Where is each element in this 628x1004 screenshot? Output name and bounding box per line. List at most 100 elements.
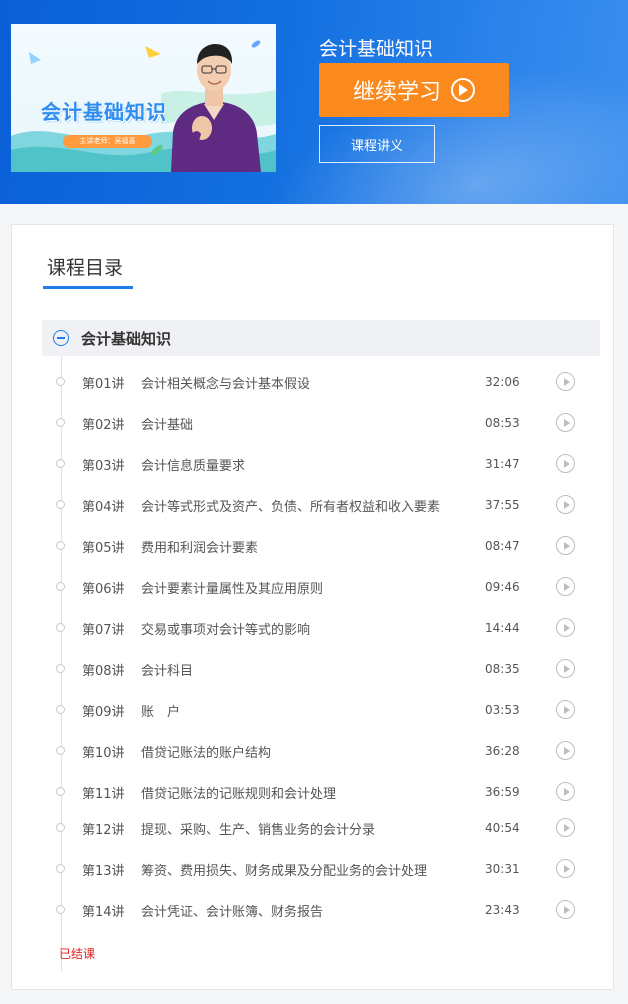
lesson-duration: 32:06 bbox=[485, 375, 520, 389]
continue-learning-button[interactable]: 继续学习 bbox=[319, 63, 509, 117]
lesson-number: 第09讲 bbox=[82, 704, 125, 720]
timeline-dot bbox=[56, 377, 65, 386]
catalog-tab[interactable]: 课程目录 bbox=[47, 253, 123, 280]
timeline-dot bbox=[56, 541, 65, 550]
play-icon bbox=[451, 78, 475, 102]
lesson-duration: 03:53 bbox=[485, 703, 520, 717]
timeline-dot bbox=[56, 664, 65, 673]
lesson-title: 借贷记账法的记账规则和会计处理 bbox=[141, 786, 337, 802]
play-circle-icon[interactable] bbox=[556, 900, 575, 919]
lesson-duration: 08:35 bbox=[485, 662, 520, 676]
lesson-number: 第02讲 bbox=[82, 417, 125, 433]
thumbnail-title: 会计基础知识 bbox=[41, 100, 167, 124]
lesson-duration: 40:54 bbox=[485, 821, 520, 835]
play-circle-icon[interactable] bbox=[556, 577, 575, 596]
collapse-icon[interactable] bbox=[53, 330, 69, 346]
play-circle-icon[interactable] bbox=[556, 495, 575, 514]
lesson-number: 第07讲 bbox=[82, 622, 125, 638]
lesson-duration: 36:28 bbox=[485, 744, 520, 758]
lesson-title: 借贷记账法的账户结构 bbox=[141, 745, 272, 761]
timeline-dot bbox=[56, 582, 65, 591]
lesson-number: 第06讲 bbox=[82, 581, 125, 597]
continue-learning-label: 继续学习 bbox=[352, 80, 441, 105]
lesson-row[interactable]: 第08讲 会计科目 08:35 bbox=[42, 654, 600, 684]
lesson-number: 第13讲 bbox=[82, 863, 125, 879]
lesson-number: 第12讲 bbox=[82, 822, 125, 838]
lesson-duration: 09:46 bbox=[485, 580, 520, 594]
lesson-row[interactable]: 第04讲 会计等式形式及资产、负债、所有者权益和收入要素 37:55 bbox=[42, 490, 600, 520]
lesson-title: 账 户 bbox=[141, 704, 181, 720]
play-circle-icon[interactable] bbox=[556, 741, 575, 760]
lesson-number: 第08讲 bbox=[82, 663, 125, 679]
chapter-title: 会计基础知识 bbox=[81, 329, 172, 348]
course-title: 会计基础知识 bbox=[319, 38, 434, 60]
course-status: 已结课 bbox=[59, 947, 96, 961]
play-circle-icon[interactable] bbox=[556, 818, 575, 837]
play-circle-icon[interactable] bbox=[556, 859, 575, 878]
timeline-dot bbox=[56, 459, 65, 468]
lesson-row[interactable]: 第02讲 会计基础 08:53 bbox=[42, 408, 600, 438]
lesson-row[interactable]: 第14讲 会计凭证、会计账簿、财务报告 23:43 bbox=[42, 895, 600, 925]
timeline-dot bbox=[56, 864, 65, 873]
catalog-tab-underline bbox=[43, 286, 133, 289]
lesson-number: 第14讲 bbox=[82, 904, 125, 920]
lesson-number: 第01讲 bbox=[82, 376, 125, 392]
timeline-dot bbox=[56, 418, 65, 427]
timeline-dot bbox=[56, 500, 65, 509]
lesson-row[interactable]: 第07讲 交易或事项对会计等式的影响 14:44 bbox=[42, 613, 600, 643]
lesson-title: 会计凭证、会计账簿、财务报告 bbox=[141, 904, 324, 920]
lesson-title: 会计等式形式及资产、负债、所有者权益和收入要素 bbox=[141, 499, 441, 515]
lesson-number: 第11讲 bbox=[82, 786, 125, 802]
play-circle-icon[interactable] bbox=[556, 454, 575, 473]
timeline-dot bbox=[56, 905, 65, 914]
lesson-row[interactable]: 第13讲 筹资、费用损失、财务成果及分配业务的会计处理 30:31 bbox=[42, 854, 600, 884]
lesson-title: 会计基础 bbox=[141, 417, 194, 433]
lesson-row[interactable]: 第03讲 会计信息质量要求 31:47 bbox=[42, 449, 600, 479]
course-header: 会计基础知识 主讲老师：吴福喜 会计基础知识 继续学习 课程讲义 bbox=[0, 0, 628, 204]
play-circle-icon[interactable] bbox=[556, 782, 575, 801]
lesson-row[interactable]: 第01讲 会计相关概念与会计基本假设 32:06 bbox=[42, 367, 600, 397]
lesson-duration: 08:47 bbox=[485, 539, 520, 553]
lesson-duration: 14:44 bbox=[485, 621, 520, 635]
lesson-title: 会计要素计量属性及其应用原则 bbox=[141, 581, 324, 597]
lesson-title: 会计相关概念与会计基本假设 bbox=[141, 376, 311, 392]
lesson-title: 交易或事项对会计等式的影响 bbox=[141, 622, 311, 638]
timeline-dot bbox=[56, 623, 65, 632]
lesson-title: 会计科目 bbox=[141, 663, 194, 679]
lesson-number: 第05讲 bbox=[82, 540, 125, 556]
lesson-number: 第10讲 bbox=[82, 745, 125, 761]
lesson-duration: 08:53 bbox=[485, 416, 520, 430]
lesson-row[interactable]: 第09讲 账 户 03:53 bbox=[42, 695, 600, 725]
course-thumbnail[interactable]: 会计基础知识 主讲老师：吴福喜 bbox=[11, 24, 276, 172]
play-circle-icon[interactable] bbox=[556, 618, 575, 637]
lesson-row[interactable]: 第11讲 借贷记账法的记账规则和会计处理 36:59 bbox=[42, 777, 600, 807]
timeline-dot bbox=[56, 746, 65, 755]
timeline-dot bbox=[56, 705, 65, 714]
lesson-duration: 30:31 bbox=[485, 862, 520, 876]
lesson-duration: 31:47 bbox=[485, 457, 520, 471]
course-catalog-panel: 课程目录 会计基础知识 第01讲 会计相关概念与会计基本假设 32:06 第02… bbox=[11, 224, 614, 990]
lesson-title: 提现、采购、生产、销售业务的会计分录 bbox=[141, 822, 376, 838]
lesson-duration: 36:59 bbox=[485, 785, 520, 799]
lesson-title: 会计信息质量要求 bbox=[141, 458, 246, 474]
play-circle-icon[interactable] bbox=[556, 700, 575, 719]
play-circle-icon[interactable] bbox=[556, 413, 575, 432]
lesson-row[interactable]: 第05讲 费用和利润会计要素 08:47 bbox=[42, 531, 600, 561]
lesson-row[interactable]: 第12讲 提现、采购、生产、销售业务的会计分录 40:54 bbox=[42, 813, 600, 843]
timeline-dot bbox=[56, 823, 65, 832]
chapter-header[interactable]: 会计基础知识 bbox=[42, 320, 600, 356]
play-circle-icon[interactable] bbox=[556, 536, 575, 555]
lesson-number: 第04讲 bbox=[82, 499, 125, 515]
lesson-duration: 37:55 bbox=[485, 498, 520, 512]
course-notes-button[interactable]: 课程讲义 bbox=[319, 125, 435, 163]
timeline-dot bbox=[56, 787, 65, 796]
lesson-title: 筹资、费用损失、财务成果及分配业务的会计处理 bbox=[141, 863, 428, 879]
play-circle-icon[interactable] bbox=[556, 372, 575, 391]
play-circle-icon[interactable] bbox=[556, 659, 575, 678]
thumbnail-teacher-badge: 主讲老师：吴福喜 bbox=[63, 135, 152, 148]
lesson-number: 第03讲 bbox=[82, 458, 125, 474]
lesson-title: 费用和利润会计要素 bbox=[141, 540, 259, 556]
lesson-row[interactable]: 第10讲 借贷记账法的账户结构 36:28 bbox=[42, 736, 600, 766]
header-glow bbox=[249, 32, 628, 204]
lesson-row[interactable]: 第06讲 会计要素计量属性及其应用原则 09:46 bbox=[42, 572, 600, 602]
